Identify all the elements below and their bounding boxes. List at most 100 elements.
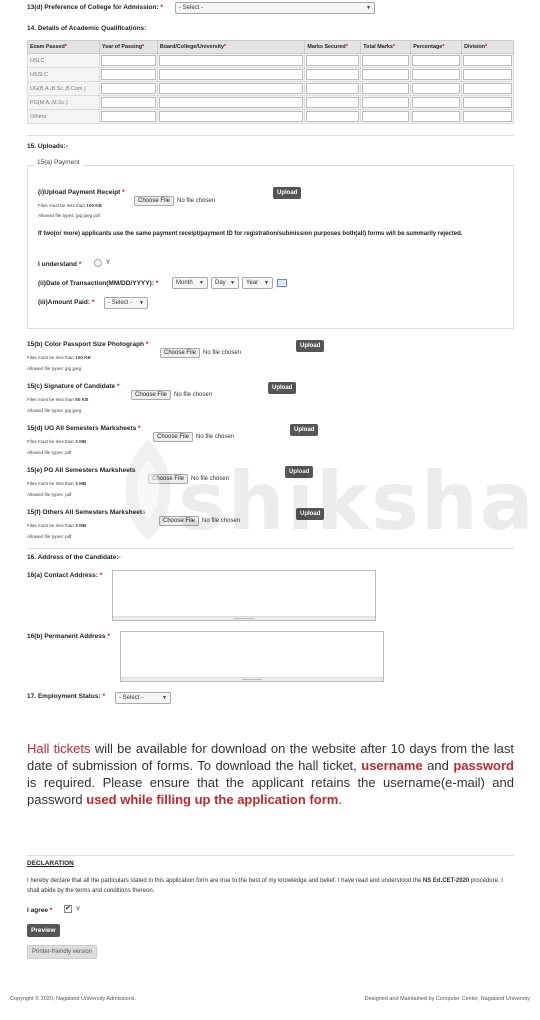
choose-file-button[interactable]: Choose File [148, 474, 189, 484]
division-input[interactable] [463, 83, 512, 94]
ug-marksheets-file-input[interactable]: Choose File No file chosen [153, 425, 234, 443]
printer-friendly-button[interactable]: Printer-friendly version [27, 945, 98, 959]
board-input[interactable] [158, 55, 304, 66]
board-input[interactable] [158, 83, 304, 94]
amount-paid-select[interactable]: - Select - ▼ [104, 297, 148, 309]
marks-input[interactable] [306, 97, 360, 108]
board-input[interactable] [158, 111, 304, 122]
permanent-address-textarea[interactable] [120, 631, 384, 682]
preview-button[interactable]: Preview [27, 924, 60, 937]
checkmark-icon: ✔ [65, 905, 71, 912]
division-input[interactable] [463, 97, 512, 108]
college-preference-select[interactable]: - Select - ▼ [175, 2, 375, 14]
contact-address-textarea[interactable] [112, 570, 376, 621]
table-row: HSLC [27, 53, 514, 68]
col-header-percentage: Percentage* [410, 40, 463, 54]
choose-file-button[interactable]: Choose File [134, 196, 175, 206]
percentage-input[interactable] [412, 55, 461, 66]
divider [27, 548, 514, 549]
others-marksheets-file-input[interactable]: Choose File No file chosen [159, 509, 240, 527]
marks-input[interactable] [306, 111, 360, 122]
resize-handle[interactable] [121, 677, 383, 681]
resize-handle[interactable] [113, 616, 375, 620]
total-input[interactable] [362, 111, 410, 122]
division-input[interactable] [463, 111, 512, 122]
year-input[interactable] [100, 97, 156, 108]
upload-signature-button[interactable]: Upload [268, 382, 297, 394]
upload-payment-receipt-button[interactable]: Upload [273, 187, 302, 199]
board-input[interactable] [158, 69, 304, 80]
choose-file-button[interactable]: Choose File [159, 516, 200, 526]
footer-designed-by: Designed and Maintained by Computer Cent… [364, 996, 530, 1002]
signature-file-input[interactable]: Choose File No file chosen [131, 383, 212, 401]
percentage-input[interactable] [412, 97, 461, 108]
calendar-icon[interactable] [277, 279, 287, 287]
table-row: Others [27, 109, 514, 124]
payment-legend: 15(a) Payment [34, 159, 83, 166]
percentage-input[interactable] [412, 69, 461, 80]
upload-others-marksheets-button[interactable]: Upload [296, 508, 325, 520]
payment-receipt-file-input[interactable]: Choose File No file chosen [134, 189, 215, 207]
hall-ticket-info: Hall tickets will be available for downl… [27, 741, 514, 807]
choose-file-button[interactable]: Choose File [131, 390, 172, 400]
others-marksheets-label: 15(f) Others All Semesters Marksheets [27, 509, 146, 516]
pg-marksheets-file-input[interactable]: Choose File No file chosen [148, 467, 229, 485]
year-input[interactable] [100, 111, 156, 122]
declaration-title: DECLARATION [27, 860, 74, 867]
year-input[interactable] [100, 55, 156, 66]
total-input[interactable] [362, 69, 410, 80]
photo-file-input[interactable]: Choose File No file chosen [160, 341, 241, 359]
payment-receipt-label: (i)Upload Payment Receipt * [38, 189, 125, 196]
year-input[interactable] [100, 69, 156, 80]
row-label: PG(M.A.,M.Sc.) [27, 95, 100, 110]
marks-input[interactable] [306, 69, 360, 80]
year-select[interactable]: Year ▼ [242, 277, 273, 289]
file-size-note: Files must be less than 100 KB [38, 203, 102, 208]
agree-checkbox[interactable]: ✔ [64, 905, 72, 913]
row-label: Others [27, 109, 100, 124]
signature-upload-label: 15(c) Signature of Candidate * [27, 383, 120, 390]
upload-pg-marksheets-button[interactable]: Upload [285, 466, 314, 478]
file-types-note: Allowed file types: jpg jpeg [27, 366, 82, 371]
percentage-input[interactable] [412, 83, 461, 94]
percentage-input[interactable] [412, 111, 461, 122]
agree-label: I agree * [27, 907, 53, 914]
total-input[interactable] [362, 83, 410, 94]
board-input[interactable] [158, 97, 304, 108]
choose-file-button[interactable]: Choose File [160, 348, 201, 358]
agree-option-label: Y [76, 907, 81, 913]
file-types-note: Allowed file types: pdf [27, 450, 72, 455]
day-select[interactable]: Day ▼ [211, 277, 239, 289]
month-select[interactable]: Month ▼ [172, 277, 208, 289]
marks-input[interactable] [306, 83, 360, 94]
division-input[interactable] [463, 55, 512, 66]
understand-option-label: Y [106, 260, 111, 266]
shiksha-logo-icon [125, 440, 171, 540]
total-input[interactable] [362, 97, 410, 108]
upload-ug-marksheets-button[interactable]: Upload [290, 424, 319, 436]
employment-status-label: 17. Employment Status: * [27, 693, 106, 700]
row-label: UG(B.A.,B.Sc.,B.Com.) [27, 81, 100, 96]
understand-radio[interactable] [94, 259, 102, 267]
choose-file-button[interactable]: Choose File [153, 432, 194, 442]
file-size-note: Files must be less than 100 KB [27, 355, 91, 360]
marks-input[interactable] [306, 55, 360, 66]
file-types-note: Allowed file types: pdf [27, 492, 72, 497]
col-header-total: Total Marks* [360, 40, 412, 54]
contact-address-label: 16(a) Contact Address: * [27, 572, 103, 579]
row-label: HSSLC [27, 67, 100, 82]
year-input[interactable] [100, 83, 156, 94]
col-header-exam: Exam Passed* [27, 40, 100, 54]
file-size-note: Files must be less than 3 MB [27, 481, 87, 486]
col-header-board: Board/College/University* [156, 40, 306, 54]
file-size-note: Files must be less than 3 MB [27, 523, 87, 528]
file-types-note: Allowed file types: jpg jpeg [27, 408, 82, 413]
file-size-note: Files must be less than 3 MB [27, 439, 87, 444]
transaction-date-label: (ii)Date of Transaction(MM/DD/YYYY): * [38, 280, 159, 287]
required-mark: * [160, 4, 163, 11]
division-input[interactable] [463, 69, 512, 80]
col-header-year: Year of Passing* [98, 40, 158, 54]
total-input[interactable] [362, 55, 410, 66]
upload-photo-button[interactable]: Upload [296, 340, 325, 352]
employment-status-select[interactable]: - Select - ▼ [115, 692, 171, 704]
